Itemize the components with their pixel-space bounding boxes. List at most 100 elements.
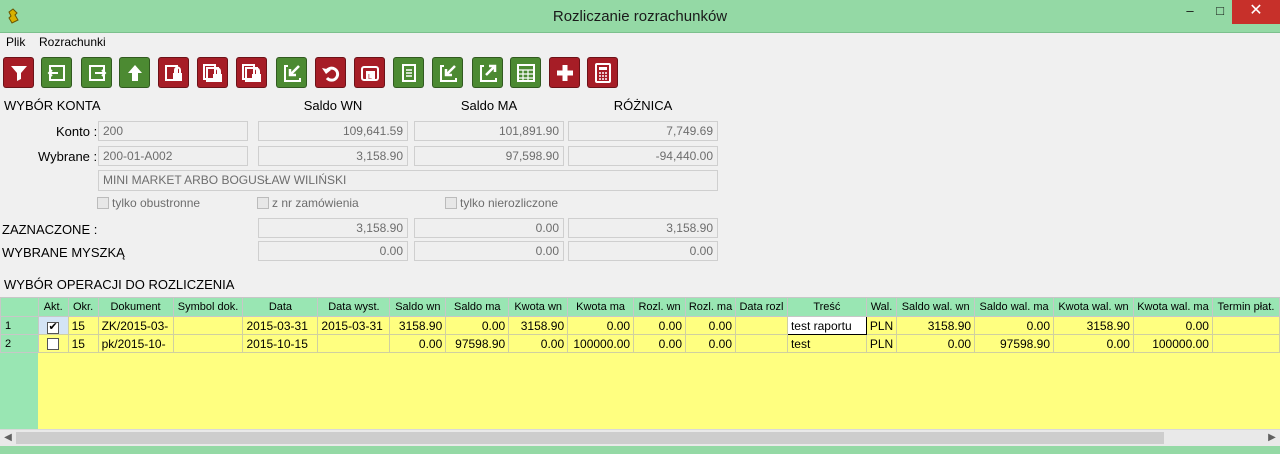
column-header[interactable]: Kwota wal. wn (1053, 297, 1134, 317)
minimize-button[interactable]: – (1176, 0, 1204, 24)
table-row[interactable]: 1 ✔ 15 ZK/2015-03- 2015-03-31 2015-03-31 3158.… (0, 316, 1280, 335)
table-cell[interactable]: 0.00 (567, 316, 635, 335)
table-cell[interactable]: 0.00 (685, 334, 736, 353)
column-header[interactable]: Rozl. ma (685, 297, 736, 317)
column-header[interactable]: Saldo wal. ma (974, 297, 1055, 317)
toolbar-lock-multi-button[interactable] (197, 57, 228, 88)
toolbar-export-button[interactable] (472, 57, 503, 88)
toolbar-import2-button[interactable] (432, 57, 463, 88)
table-cell[interactable]: 97598.90 (445, 334, 510, 353)
menu-bar: Plik Rozrachunki (0, 33, 1280, 52)
table-cell[interactable] (735, 334, 788, 353)
table-cell[interactable]: ZK/2015-03- (97, 316, 174, 335)
only-unsettled-checkbox[interactable]: tylko nierozliczone (445, 196, 558, 210)
column-header[interactable]: Rozl. wn (633, 297, 687, 317)
table-cell[interactable]: 3158.90 (896, 316, 976, 335)
toolbar-exit-right-button[interactable] (81, 57, 112, 88)
operations-grid[interactable]: Akt. Okr. Dokument Symbol dok. Data Data wyst… (0, 297, 1280, 429)
table-cell[interactable]: 0.00 (633, 334, 687, 353)
table-cell[interactable]: 2015-10-15 (242, 334, 319, 353)
table-cell[interactable] (317, 334, 391, 353)
table-cell[interactable]: 0.00 (974, 316, 1055, 335)
table-cell[interactable]: 0.00 (445, 316, 510, 335)
active-checkbox[interactable] (47, 337, 60, 350)
column-header[interactable]: Okr. (67, 297, 99, 317)
table-cell[interactable]: pk/2015-10- (97, 334, 174, 353)
horizontal-scrollbar[interactable]: ◀ ▶ (0, 429, 1280, 446)
toolbar-undo-button[interactable] (315, 57, 346, 88)
column-header[interactable]: Kwota wal. ma (1132, 297, 1213, 317)
toolbar-import-button[interactable] (276, 57, 307, 88)
menu-rozrachunki[interactable]: Rozrachunki (39, 35, 106, 49)
table-cell[interactable]: test (786, 334, 867, 353)
column-header[interactable]: Data rozl (735, 297, 788, 317)
table-cell[interactable]: 0.00 (896, 334, 976, 353)
column-header[interactable]: Saldo wal. wn (896, 297, 976, 317)
column-header[interactable]: Dokument (97, 297, 174, 317)
column-header[interactable]: Symbol dok. (172, 297, 244, 317)
with-order-number-checkbox[interactable]: z nr zamówienia (257, 196, 359, 210)
table-cell[interactable]: 15 (67, 334, 99, 353)
active-checkbox[interactable]: ✔ (47, 322, 60, 334)
toolbar-lock-button[interactable] (158, 57, 189, 88)
table-cell[interactable]: PLN (865, 316, 898, 335)
scroll-left-icon[interactable]: ◀ (0, 430, 16, 446)
column-header[interactable]: Kwota wn (508, 297, 569, 317)
table-cell[interactable] (1211, 334, 1280, 353)
column-header[interactable] (0, 297, 39, 317)
table-cell[interactable]: 97598.90 (974, 334, 1055, 353)
table-cell[interactable]: PLN (865, 334, 898, 353)
table-cell[interactable]: 0.00 (1132, 316, 1213, 335)
toolbar-document-button[interactable] (393, 57, 424, 88)
toolbar-arrow-up-button[interactable] (119, 57, 150, 88)
column-header[interactable]: Wal. (865, 297, 898, 317)
table-cell[interactable]: 0.00 (685, 316, 736, 335)
konto-field[interactable]: 200 (98, 121, 248, 141)
table-cell[interactable]: ✔ (37, 316, 69, 335)
table-cell[interactable]: 0.00 (1053, 334, 1134, 353)
table-cell[interactable]: 2015-03-31 (317, 316, 391, 335)
wybrane-field[interactable]: 200-01-A002 (98, 146, 248, 166)
table-cell[interactable]: 0.00 (389, 334, 447, 353)
maximize-button[interactable]: □ (1206, 0, 1234, 24)
toolbar-lock-multi2-button[interactable] (236, 57, 267, 88)
column-header[interactable]: Akt. (37, 297, 69, 317)
column-header[interactable]: Saldo wn (389, 297, 447, 317)
toolbar-exit-left-button[interactable] (41, 57, 72, 88)
table-cell[interactable]: 2015-03-31 (242, 316, 319, 335)
table-cell[interactable]: 100000.00 (567, 334, 635, 353)
toolbar-filter-button[interactable] (3, 57, 34, 88)
table-cell[interactable]: 3158.90 (508, 316, 569, 335)
row-number[interactable]: 1 (0, 316, 39, 335)
table-cell[interactable]: 3158.90 (389, 316, 447, 335)
table-row[interactable]: 2 15 pk/2015-10- 2015-10-15 0.00 97598.90 0.00… (0, 334, 1280, 353)
toolbar-print-button[interactable]: L (354, 57, 385, 88)
only-two-sided-checkbox[interactable]: tylko obustronne (97, 196, 200, 210)
table-cell[interactable]: 0.00 (633, 316, 687, 335)
table-cell[interactable]: test raportu (786, 316, 867, 335)
table-cell[interactable] (172, 334, 244, 353)
scroll-right-icon[interactable]: ▶ (1264, 430, 1280, 446)
column-header[interactable]: Saldo ma (445, 297, 510, 317)
table-cell[interactable] (735, 316, 788, 335)
column-header[interactable]: Termin płat. (1211, 297, 1280, 317)
myszka-saldo-ma: 0.00 (414, 241, 564, 261)
close-button[interactable]: ✕ (1232, 0, 1280, 24)
column-header[interactable]: Kwota ma (567, 297, 635, 317)
toolbar-plus-button[interactable] (549, 57, 580, 88)
column-header[interactable]: Treść (786, 297, 867, 317)
table-cell[interactable] (1211, 316, 1280, 335)
table-cell[interactable]: 3158.90 (1053, 316, 1134, 335)
column-header[interactable]: Data (242, 297, 319, 317)
table-cell[interactable]: 100000.00 (1132, 334, 1213, 353)
toolbar-calculator-button[interactable] (587, 57, 618, 88)
toolbar-calendar-button[interactable] (510, 57, 541, 88)
table-cell[interactable]: 0.00 (508, 334, 569, 353)
row-number[interactable]: 2 (0, 334, 39, 353)
menu-plik[interactable]: Plik (6, 35, 25, 49)
scroll-thumb[interactable] (16, 432, 1164, 444)
column-header[interactable]: Data wyst. (317, 297, 391, 317)
table-cell[interactable] (37, 334, 69, 353)
table-cell[interactable]: 15 (67, 316, 99, 335)
table-cell[interactable] (172, 316, 244, 335)
